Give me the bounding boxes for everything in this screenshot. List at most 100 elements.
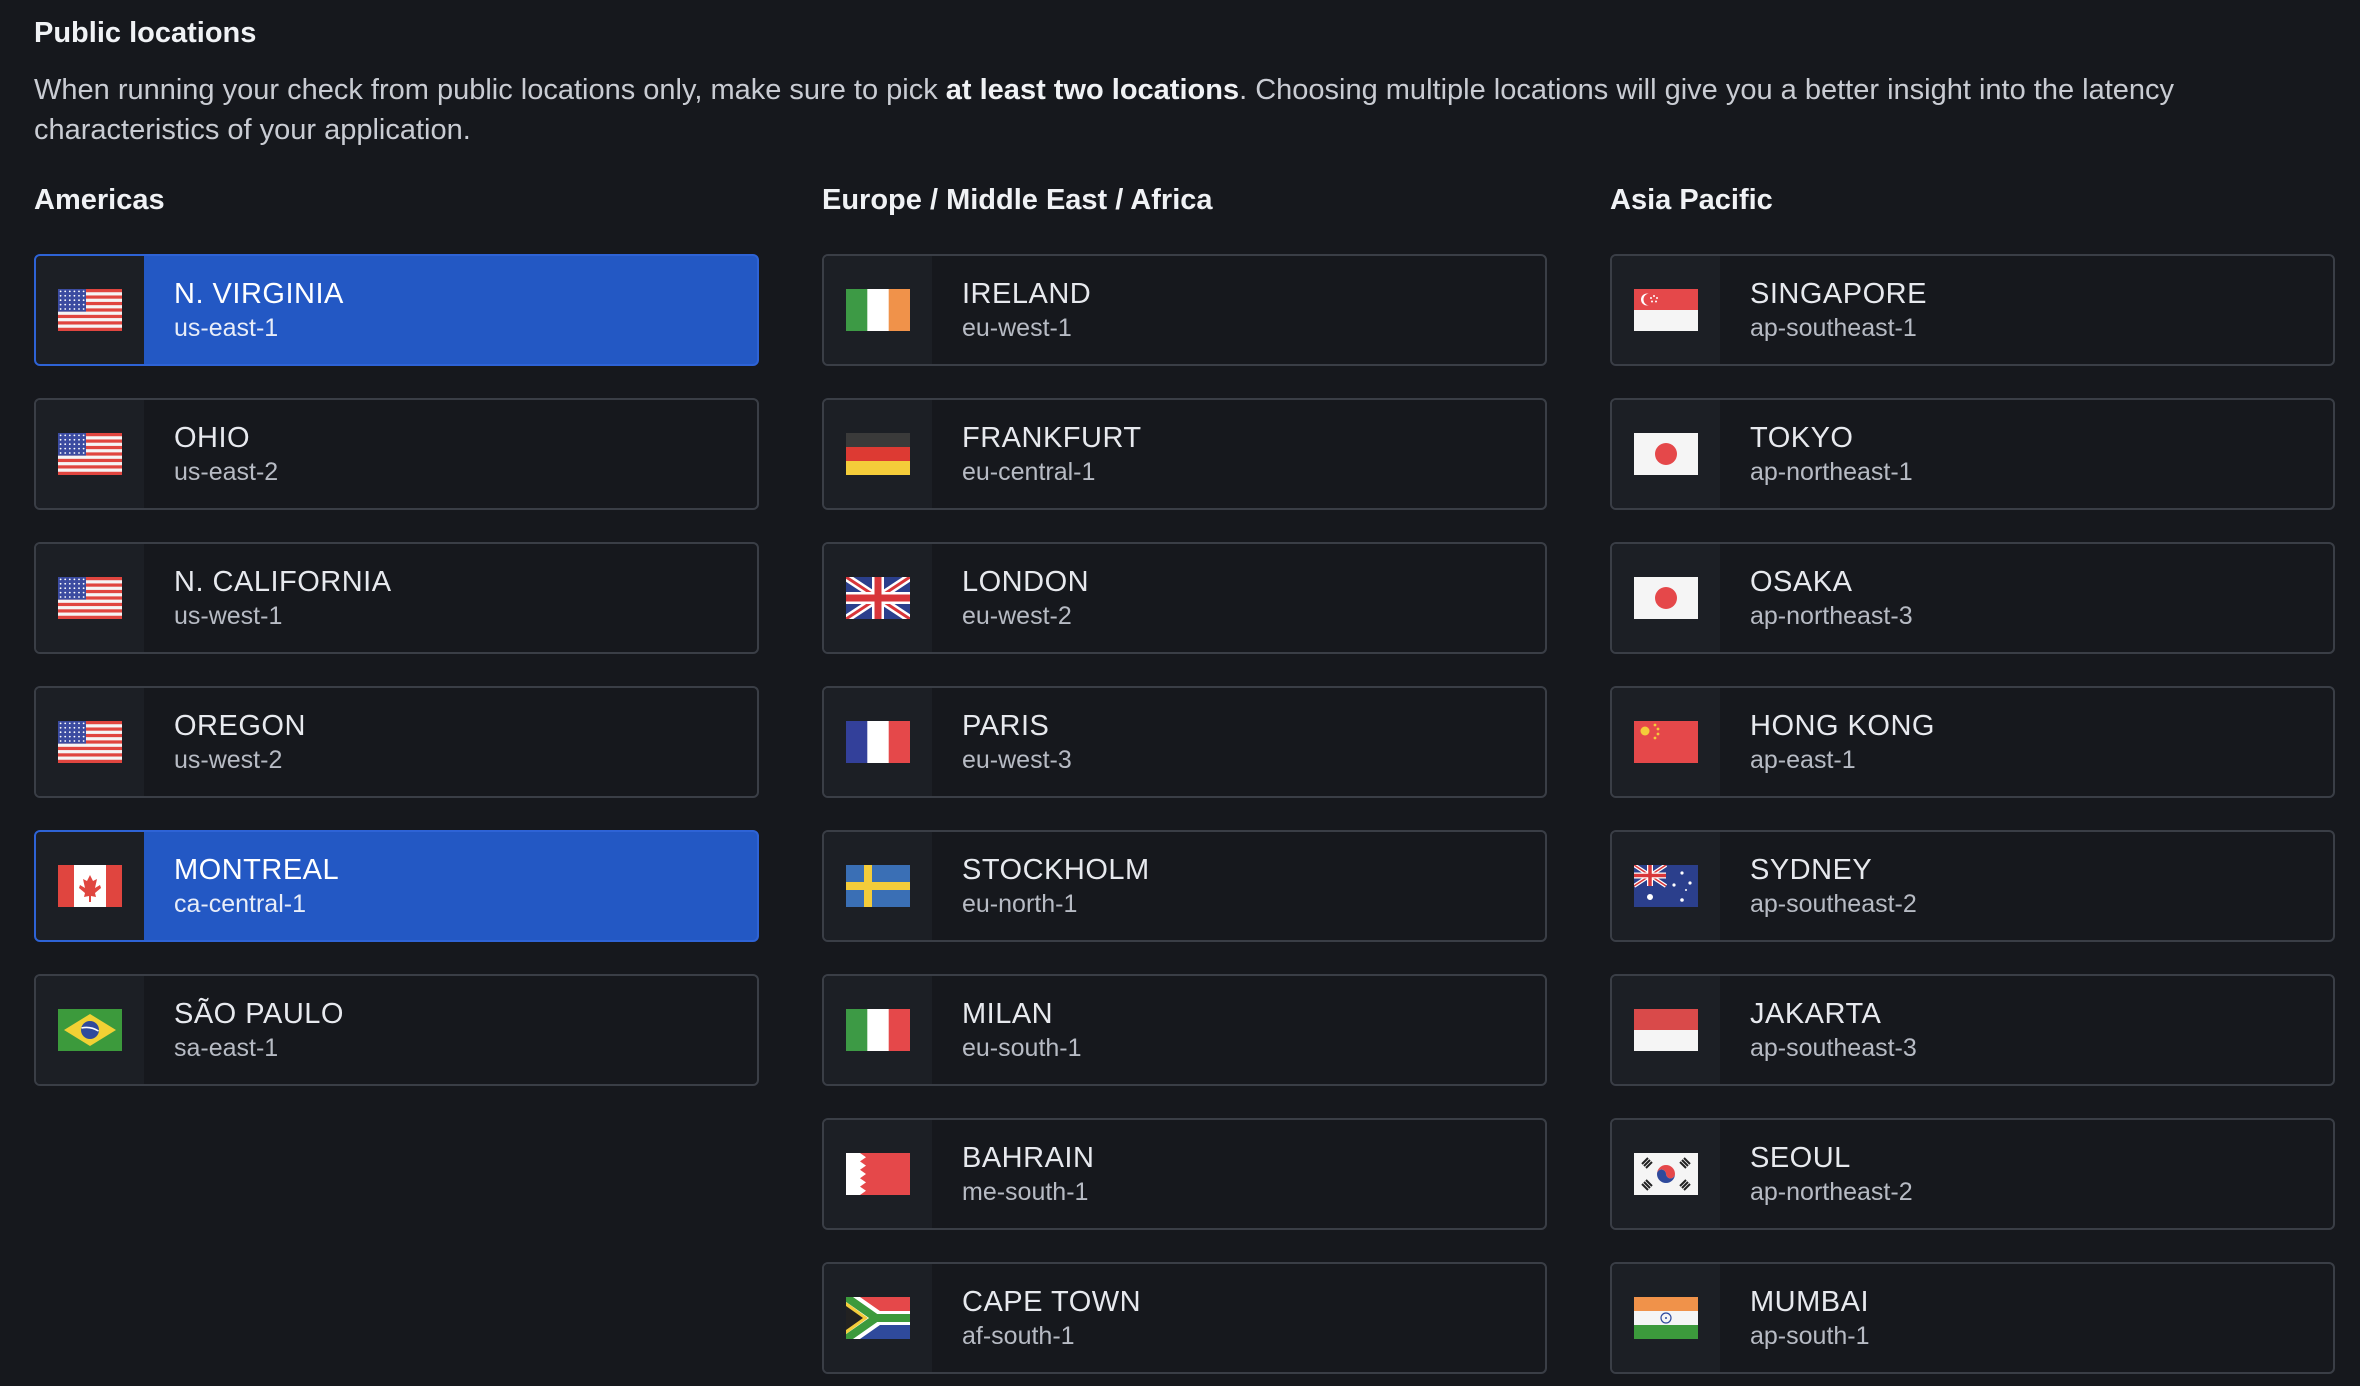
location-card-af-south-1[interactable]: CAPE TOWN af-south-1 <box>822 1262 1547 1374</box>
us-flag-icon <box>58 721 122 763</box>
location-city: N. CALIFORNIA <box>174 566 392 598</box>
location-region: eu-central-1 <box>962 458 1096 486</box>
location-card-us-west-2[interactable]: OREGON us-west-2 <box>34 686 759 798</box>
location-region: eu-south-1 <box>962 1034 1082 1062</box>
location-city: OREGON <box>174 710 306 742</box>
italy-flag-icon <box>846 1009 910 1051</box>
location-info: OHIO us-east-2 <box>144 400 278 508</box>
location-city: OHIO <box>174 422 251 454</box>
flag-container <box>824 256 932 364</box>
flag-container <box>824 400 932 508</box>
sweden-flag-icon <box>846 865 910 907</box>
location-region: ap-southeast-3 <box>1750 1034 1917 1062</box>
location-card-ap-northeast-2[interactable]: SEOUL ap-northeast-2 <box>1610 1118 2335 1230</box>
location-card-ap-southeast-3[interactable]: JAKARTA ap-southeast-3 <box>1610 974 2335 1086</box>
india-flag-icon <box>1634 1297 1698 1339</box>
location-region: us-west-2 <box>174 746 283 774</box>
france-flag-icon <box>846 721 910 763</box>
location-info: PARIS eu-west-3 <box>932 688 1072 796</box>
flag-container <box>824 976 932 1084</box>
location-city: MUMBAI <box>1750 1286 1869 1318</box>
location-card-eu-west-3[interactable]: PARIS eu-west-3 <box>822 686 1547 798</box>
location-region: ap-northeast-3 <box>1750 602 1913 630</box>
location-info: HONG KONG ap-east-1 <box>1720 688 1935 796</box>
description-emphasis: at least two locations <box>945 74 1240 106</box>
location-info: SÃO PAULO sa-east-1 <box>144 976 344 1084</box>
location-city: MONTREAL <box>174 854 340 886</box>
location-info: BAHRAIN me-south-1 <box>932 1120 1094 1228</box>
location-card-eu-north-1[interactable]: STOCKHOLM eu-north-1 <box>822 830 1547 942</box>
location-card-ca-central-1[interactable]: MONTREAL ca-central-1 <box>34 830 759 942</box>
location-city: FRANKFURT <box>962 422 1142 454</box>
location-card-eu-west-2[interactable]: LONDON eu-west-2 <box>822 542 1547 654</box>
location-region: eu-north-1 <box>962 890 1078 918</box>
canada-flag-icon <box>58 865 122 907</box>
flag-container <box>824 688 932 796</box>
location-info: MILAN eu-south-1 <box>932 976 1082 1084</box>
location-city: HONG KONG <box>1750 710 1935 742</box>
location-info: SYDNEY ap-southeast-2 <box>1720 832 1917 940</box>
location-region: ap-northeast-2 <box>1750 1178 1913 1206</box>
location-card-ap-northeast-3[interactable]: OSAKA ap-northeast-3 <box>1610 542 2335 654</box>
location-region: ca-central-1 <box>174 890 306 918</box>
us-flag-icon <box>58 289 122 331</box>
location-city: BAHRAIN <box>962 1142 1095 1174</box>
location-card-ap-south-1[interactable]: MUMBAI ap-south-1 <box>1610 1262 2335 1374</box>
location-region: us-east-1 <box>174 314 279 342</box>
bahrain-flag-icon <box>846 1153 910 1195</box>
location-card-me-south-1[interactable]: BAHRAIN me-south-1 <box>822 1118 1547 1230</box>
location-info: OSAKA ap-northeast-3 <box>1720 544 1913 652</box>
location-region: sa-east-1 <box>174 1034 279 1062</box>
location-city: STOCKHOLM <box>962 854 1150 886</box>
location-card-ap-southeast-1[interactable]: SINGAPORE ap-southeast-1 <box>1610 254 2335 366</box>
location-info: LONDON eu-west-2 <box>932 544 1089 652</box>
flag-container <box>1612 1264 1720 1372</box>
location-info: MUMBAI ap-south-1 <box>1720 1264 1870 1372</box>
location-info: SEOUL ap-northeast-2 <box>1720 1120 1913 1228</box>
column-americas: Americas N. VIRGINIA us-east-1 OHIO us-east… <box>34 184 759 1118</box>
flag-container <box>824 544 932 652</box>
flag-container <box>1612 256 1720 364</box>
location-info: SINGAPORE ap-southeast-1 <box>1720 256 1927 364</box>
location-region: us-east-2 <box>174 458 279 486</box>
column-emea: Europe / Middle East / Africa IRELAND eu-… <box>822 184 1547 1386</box>
location-card-us-east-1[interactable]: N. VIRGINIA us-east-1 <box>34 254 759 366</box>
flag-container <box>36 256 144 364</box>
location-info: CAPE TOWN af-south-1 <box>932 1264 1141 1372</box>
location-city: N. VIRGINIA <box>174 278 344 310</box>
japan-flag-icon <box>1634 577 1698 619</box>
location-city: TOKYO <box>1750 422 1854 454</box>
column-title: Europe / Middle East / Africa <box>822 184 1213 216</box>
location-card-us-east-2[interactable]: OHIO us-east-2 <box>34 398 759 510</box>
location-card-eu-south-1[interactable]: MILAN eu-south-1 <box>822 974 1547 1086</box>
japan-flag-icon <box>1634 433 1698 475</box>
location-card-eu-central-1[interactable]: FRANKFURT eu-central-1 <box>822 398 1547 510</box>
location-card-ap-east-1[interactable]: HONG KONG ap-east-1 <box>1610 686 2335 798</box>
location-card-sa-east-1[interactable]: SÃO PAULO sa-east-1 <box>34 974 759 1086</box>
location-info: STOCKHOLM eu-north-1 <box>932 832 1150 940</box>
location-info: TOKYO ap-northeast-1 <box>1720 400 1913 508</box>
location-city: JAKARTA <box>1750 998 1882 1030</box>
flag-container <box>1612 688 1720 796</box>
location-city: SÃO PAULO <box>174 998 344 1030</box>
location-region: us-west-1 <box>174 602 283 630</box>
location-region: ap-southeast-1 <box>1750 314 1917 342</box>
location-city: MILAN <box>962 998 1054 1030</box>
location-region: me-south-1 <box>962 1178 1089 1206</box>
location-info: OREGON us-west-2 <box>144 688 306 796</box>
column-title: Americas <box>34 184 165 216</box>
location-card-ap-northeast-1[interactable]: TOKYO ap-northeast-1 <box>1610 398 2335 510</box>
location-card-us-west-1[interactable]: N. CALIFORNIA us-west-1 <box>34 542 759 654</box>
location-card-ap-southeast-2[interactable]: SYDNEY ap-southeast-2 <box>1610 830 2335 942</box>
china-flag-icon <box>1634 721 1698 763</box>
location-card-eu-west-1[interactable]: IRELAND eu-west-1 <box>822 254 1547 366</box>
location-info: FRANKFURT eu-central-1 <box>932 400 1142 508</box>
location-info: MONTREAL ca-central-1 <box>144 832 339 940</box>
flag-container <box>824 1264 932 1372</box>
brazil-flag-icon <box>58 1009 122 1051</box>
south-africa-flag-icon <box>846 1297 910 1339</box>
location-info: IRELAND eu-west-1 <box>932 256 1091 364</box>
column-asia-pacific: Asia Pacific SINGAPORE ap-southeast-1 TOKY… <box>1610 184 2335 1386</box>
location-city: PARIS <box>962 710 1050 742</box>
south-korea-flag-icon <box>1634 1153 1698 1195</box>
